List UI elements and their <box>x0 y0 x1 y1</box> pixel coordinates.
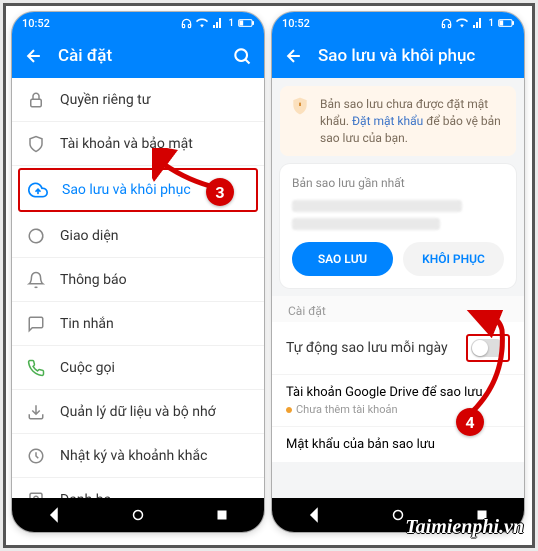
signal-icon <box>472 17 484 29</box>
shield-warn-icon <box>290 96 310 116</box>
backup-button[interactable]: SAO LƯU <box>292 242 393 276</box>
row-contacts[interactable]: Danh bạ <box>12 478 264 498</box>
page-title: Sao lưu và khôi phục <box>318 46 512 66</box>
battery-label: 1 <box>488 18 494 29</box>
nav-recents-icon[interactable] <box>213 506 231 524</box>
contacts-icon <box>26 490 46 499</box>
last-backup-card: Bản sao lưu gần nhất SAO LƯU KHÔI PHỤC <box>280 164 516 288</box>
phone-left: 10:52 1 Cài đặt Quyền riêng tư Tài khoản… <box>12 12 264 532</box>
battery-label: 1 <box>228 18 234 29</box>
arrow-4 <box>458 310 514 420</box>
row-call[interactable]: Cuộc gọi <box>12 346 264 390</box>
subrow-label: Mật khẩu của bản sao lưu <box>286 437 510 452</box>
status-bar: 10:52 1 <box>272 12 524 34</box>
app-header: Cài đặt <box>12 34 264 78</box>
page-title: Cài đặt <box>58 46 218 66</box>
row-label: Tin nhắn <box>60 316 250 332</box>
nav-back-icon[interactable] <box>45 506 63 524</box>
cloud-icon <box>28 180 48 200</box>
password-row[interactable]: Mật khẩu của bản sao lưu <box>272 426 524 462</box>
nav-back-icon[interactable] <box>305 506 323 524</box>
database-icon <box>26 402 46 422</box>
row-label: Giao diện <box>60 228 250 244</box>
row-message[interactable]: Tin nhắn <box>12 302 264 346</box>
row-theme[interactable]: Giao diện <box>12 214 264 258</box>
toggle-label: Tự động sao lưu mỗi ngày <box>286 340 466 356</box>
settings-list: Quyền riêng tư Tài khoản và bảo mật Sao … <box>12 78 264 498</box>
row-label: Cuộc gọi <box>60 360 250 376</box>
warning-banner: Bản sao lưu chưa được đặt mật khẩu. Đặt … <box>280 86 516 156</box>
backup-body: Bản sao lưu chưa được đặt mật khẩu. Đặt … <box>272 78 524 498</box>
palette-icon <box>26 226 46 246</box>
battery-icon <box>238 18 254 28</box>
watermark: Taimienphi.vn <box>405 516 524 539</box>
wifi-icon <box>196 17 208 29</box>
status-bar: 10:52 1 <box>12 12 264 34</box>
phone-right: 10:52 1 Sao lưu và khôi phục Bản sao lưu… <box>272 12 524 532</box>
row-label: Quyền riêng tư <box>60 92 250 108</box>
android-navbar <box>12 498 264 532</box>
status-time: 10:52 <box>282 17 310 30</box>
clock-icon <box>26 446 46 466</box>
row-diary[interactable]: Nhật ký và khoảnh khắc <box>12 434 264 478</box>
nav-home-icon[interactable] <box>129 506 147 524</box>
row-privacy[interactable]: Quyền riêng tư <box>12 78 264 122</box>
app-header: Sao lưu và khôi phục <box>272 34 524 78</box>
row-notify[interactable]: Thông báo <box>12 258 264 302</box>
restore-button[interactable]: KHÔI PHỤC <box>403 242 504 276</box>
step-4-badge: 4 <box>456 408 484 436</box>
back-icon[interactable] <box>284 46 304 66</box>
battery-icon <box>498 18 514 28</box>
blurred-text <box>292 218 440 230</box>
phone-icon <box>26 358 46 378</box>
blurred-text <box>292 200 462 212</box>
signal-icon <box>212 17 224 29</box>
dot-icon <box>286 407 292 413</box>
lock-icon <box>26 90 46 110</box>
row-label: Quản lý dữ liệu và bộ nhớ <box>60 404 250 420</box>
row-label: Thông báo <box>60 272 250 288</box>
message-icon <box>26 314 46 334</box>
arrow-3 <box>152 148 214 192</box>
bell-icon <box>26 270 46 290</box>
status-time: 10:52 <box>22 17 50 30</box>
step-3-badge: 3 <box>206 178 234 206</box>
row-data[interactable]: Quản lý dữ liệu và bộ nhớ <box>12 390 264 434</box>
card-label: Bản sao lưu gần nhất <box>292 176 504 190</box>
banner-text: Bản sao lưu chưa được đặt mật khẩu. Đặt … <box>320 96 506 146</box>
headphones-icon <box>441 18 452 29</box>
back-icon[interactable] <box>24 46 44 66</box>
set-password-link[interactable]: Đặt mật khẩu <box>352 114 423 128</box>
shield-icon <box>26 134 46 154</box>
row-security[interactable]: Tài khoản và bảo mật <box>12 122 264 166</box>
headphones-icon <box>181 18 192 29</box>
search-icon[interactable] <box>232 46 252 66</box>
row-label: Nhật ký và khoảnh khắc <box>60 448 250 464</box>
wifi-icon <box>456 17 468 29</box>
